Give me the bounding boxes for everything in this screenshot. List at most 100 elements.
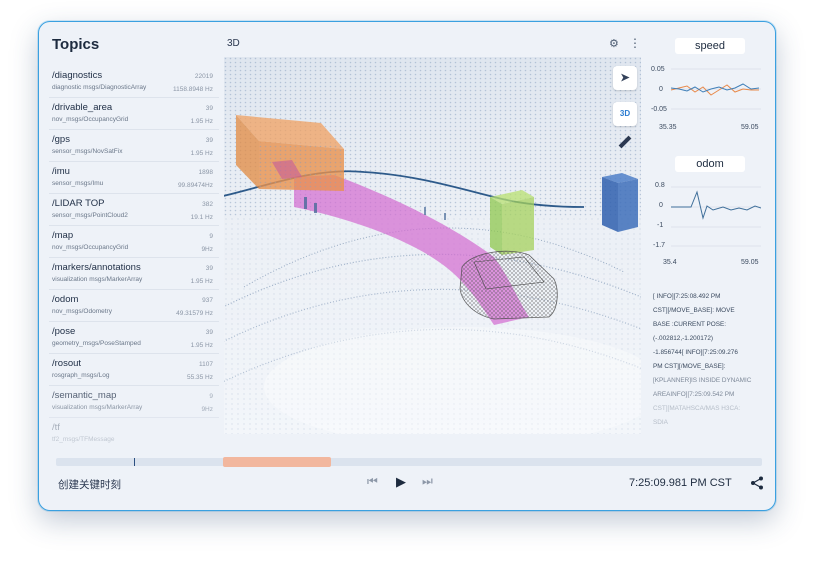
log-line: -1.856744[ INFO][7:25:09.276 xyxy=(653,349,738,356)
topic-name: /pose xyxy=(52,326,76,337)
topic-count: 39 xyxy=(205,105,213,112)
odom-y-tick: -1.7 xyxy=(653,242,666,249)
topic-count: 382 xyxy=(202,201,213,208)
topic-item[interactable]: /map nov_msgs/OccupancyGrid 9 9Hz xyxy=(49,226,219,258)
topic-item[interactable]: /odom nov_msgs/Odometry 937 49.31579 Hz xyxy=(49,290,219,322)
topic-item[interactable]: /imu sensor_msgs/Imu 1898 99.89474Hz xyxy=(49,162,219,194)
topic-item[interactable]: /LIDAR TOP sensor_msgs/PointCloud2 382 1… xyxy=(49,194,219,226)
topic-name: /LIDAR TOP xyxy=(52,198,105,209)
topic-count: 9 xyxy=(209,393,213,400)
speed-y-tick: 0.05 xyxy=(651,66,665,73)
topic-count: 22019 xyxy=(194,73,213,80)
topic-type: diagnostic msgs/DiagnosticArray xyxy=(52,84,147,91)
topic-item[interactable]: /rosout rosgraph_msgs/Log 1107 55.35 Hz xyxy=(49,354,219,386)
topic-name: /markers/annotations xyxy=(52,262,141,273)
kebab-menu-icon[interactable]: ⋮ xyxy=(629,36,641,50)
topic-count: 39 xyxy=(205,137,213,144)
topic-name: /gps xyxy=(52,134,70,145)
topic-count: 1107 xyxy=(199,361,213,368)
play-icon[interactable]: ▶ xyxy=(396,474,406,490)
speed-chart-title: speed xyxy=(675,38,745,54)
topics-panel: Topics /diagnostics diagnostic msgs/Diag… xyxy=(39,22,224,443)
odom-x-end: 59.05 xyxy=(741,259,759,266)
3d-viewport[interactable] xyxy=(224,57,641,434)
log-line: (-.002812,-1.200172) xyxy=(653,335,714,342)
topic-rate: 9Hz xyxy=(201,406,213,413)
create-key-moment-button[interactable]: 创建关键时刻 xyxy=(58,477,121,492)
topic-type: nov_msgs/OccupancyGrid xyxy=(52,116,129,123)
view-mode-button[interactable]: 3D xyxy=(613,102,637,126)
log-panel: [ INFO][7:25:08.492 PM CST][/MOVE_BASE]:… xyxy=(653,290,759,430)
log-line: CST][/MOVE_BASE]: MOVE xyxy=(653,307,735,314)
odom-x-start: 35.4 xyxy=(663,259,677,266)
topic-type: rosgraph_msgs/Log xyxy=(52,372,110,379)
topic-list: /diagnostics diagnostic msgs/DiagnosticA… xyxy=(49,66,219,449)
topic-count: 39 xyxy=(205,329,213,336)
share-icon[interactable] xyxy=(750,476,764,490)
speed-y-tick: -0.05 xyxy=(651,106,667,113)
topic-rate: 9Hz xyxy=(201,246,213,253)
speed-x-end: 59.05 xyxy=(741,124,759,131)
odom-series xyxy=(671,190,761,220)
topic-type: visualization msgs/MarkerArray xyxy=(52,404,143,411)
odom-chart-title: odom xyxy=(675,156,745,172)
skip-back-icon[interactable]: ⏮ xyxy=(367,474,378,489)
gear-icon[interactable]: ⚙ xyxy=(609,37,619,50)
topic-item[interactable]: /diagnostics diagnostic msgs/DiagnosticA… xyxy=(49,66,219,98)
topic-item[interactable]: /gps sensor_msgs/NovSatFix 39 1.95 Hz xyxy=(49,130,219,162)
lidar-scene xyxy=(224,57,641,434)
topic-rate: 1.95 Hz xyxy=(190,150,213,157)
topic-item[interactable]: /markers/annotations visualization msgs/… xyxy=(49,258,219,290)
topic-name: /tf xyxy=(52,422,60,433)
odom-y-tick: 0.8 xyxy=(655,182,665,189)
topic-rate: 1.95 Hz xyxy=(190,342,213,349)
speed-y-tick: 0 xyxy=(659,86,663,93)
topic-item[interactable]: /pose geometry_msgs/PoseStamped 39 1.95 … xyxy=(49,322,219,354)
topic-type: sensor_msgs/PointCloud2 xyxy=(52,212,128,219)
log-line: AREAINFO][7:25:09.542 PM xyxy=(653,391,735,398)
topic-count: 39 xyxy=(205,265,213,272)
topic-rate: 55.35 Hz xyxy=(186,374,213,381)
log-line: SDIA xyxy=(653,419,668,426)
playback-timestamp: 7:25:09.981 PM CST xyxy=(629,477,732,489)
odom-y-tick: -1 xyxy=(657,222,664,229)
topic-type: visualization msgs/MarkerArray xyxy=(52,276,143,283)
topic-item[interactable]: /semantic_map visualization msgs/MarkerA… xyxy=(49,386,219,418)
app-window: Topics /diagnostics diagnostic msgs/Diag… xyxy=(38,21,776,511)
speed-chart xyxy=(671,68,761,110)
odom-y-tick: 0 xyxy=(659,202,663,209)
odom-chart xyxy=(671,186,761,247)
topic-rate: 19.1 Hz xyxy=(190,214,213,221)
topic-name: /rosout xyxy=(52,358,82,369)
speed-series-blue xyxy=(671,83,760,93)
topic-name: /drivable_area xyxy=(52,102,113,113)
topic-count: 9 xyxy=(209,233,213,240)
log-line: CST][MATAHSCA/MAS H3CA: xyxy=(653,405,741,412)
log-line: BASE :CURRENT POSE: xyxy=(653,321,727,328)
topic-name: /diagnostics xyxy=(52,70,103,81)
viewport-title: 3D xyxy=(227,38,240,49)
topic-type: tf2_msgs/TFMessage xyxy=(52,436,115,443)
skip-forward-icon[interactable]: ⏭ xyxy=(422,474,433,489)
topic-rate: 1158.8948 Hz xyxy=(173,86,213,93)
topic-count: 1898 xyxy=(198,169,213,176)
log-line: [ INFO][7:25:08.492 PM xyxy=(653,293,721,300)
topic-rate: 99.89474Hz xyxy=(177,182,213,189)
playback-timeline[interactable] xyxy=(56,457,762,467)
selected-range[interactable] xyxy=(223,457,331,467)
topic-type: nov_msgs/Odometry xyxy=(52,308,112,315)
topics-title: Topics xyxy=(52,36,100,53)
cursor-icon: ➤ xyxy=(620,72,630,84)
topic-rate: 49.31579 Hz xyxy=(176,310,213,317)
topic-item[interactable]: /drivable_area nov_msgs/OccupancyGrid 39… xyxy=(49,98,219,130)
topic-item[interactable]: /tf tf2_msgs/TFMessage xyxy=(49,418,219,449)
select-tool-button[interactable]: ➤ xyxy=(613,66,637,90)
playhead-marker[interactable] xyxy=(133,458,135,466)
topic-type: geometry_msgs/PoseStamped xyxy=(52,340,141,347)
ruler-icon xyxy=(618,135,632,149)
topic-name: /imu xyxy=(52,166,70,177)
topic-rate: 1.95 Hz xyxy=(190,118,213,125)
topic-type: sensor_msgs/Imu xyxy=(52,180,104,187)
ruler-tool-button[interactable] xyxy=(613,130,637,154)
topic-type: nov_msgs/OccupancyGrid xyxy=(52,244,129,251)
